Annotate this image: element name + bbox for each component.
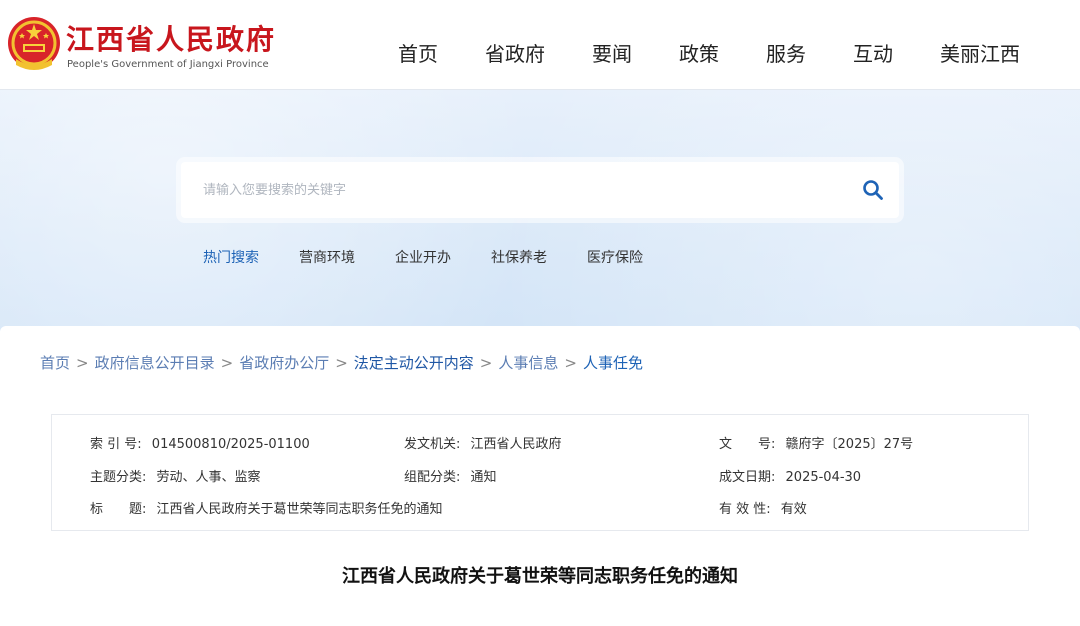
article-title: 江西省人民政府关于葛世荣等同志职务任免的通知 bbox=[342, 566, 738, 587]
site-header: 江西省人民政府 People's Government of Jiangxi P… bbox=[0, 0, 1080, 90]
hot-search-item[interactable]: 企业开办 bbox=[395, 247, 451, 267]
meta-doc-number-label: 文 号: bbox=[719, 437, 776, 452]
nav-item-beautiful-jiangxi[interactable]: 美丽江西 bbox=[940, 38, 1020, 67]
meta-form-label: 组配分类: bbox=[404, 470, 461, 485]
meta-topic-label: 主题分类: bbox=[90, 470, 147, 485]
meta-validity-label: 有 效 性: bbox=[719, 502, 771, 517]
meta-topic-value: 劳动、人事、监察 bbox=[156, 470, 261, 485]
meta-topic: 主题分类: 劳动、人事、监察 bbox=[90, 466, 261, 485]
site-logo-title[interactable]: 江西省人民政府 bbox=[66, 18, 276, 58]
breadcrumb-separator: > bbox=[479, 353, 493, 372]
breadcrumb-personnel-info[interactable]: 人事信息 bbox=[498, 352, 558, 373]
breadcrumb-separator: > bbox=[220, 353, 234, 372]
meta-index: 索 引 号: 014500810/2025-01100 bbox=[90, 433, 310, 452]
search-button[interactable] bbox=[847, 162, 899, 218]
banner-background bbox=[0, 90, 1080, 350]
meta-index-label: 索 引 号: bbox=[90, 437, 142, 452]
meta-date: 成文日期: 2025-04-30 bbox=[719, 466, 861, 485]
meta-date-label: 成文日期: bbox=[719, 470, 776, 485]
meta-validity: 有 效 性: 有效 bbox=[719, 498, 807, 517]
content-card: 首页 > 政府信息公开目录 > 省政府办公厅 > 法定主动公开内容 > 人事信息… bbox=[0, 326, 1080, 626]
nav-item-policy[interactable]: 政策 bbox=[679, 38, 719, 67]
search-banner: 热门搜索 营商环境 企业开办 社保养老 医疗保险 bbox=[0, 90, 1080, 350]
search-bar bbox=[181, 162, 899, 218]
hot-searches: 热门搜索 营商环境 企业开办 社保养老 医疗保险 bbox=[203, 247, 683, 267]
site-logo-subtitle: People's Government of Jiangxi Province bbox=[67, 59, 269, 70]
nav-item-interaction[interactable]: 互动 bbox=[853, 38, 893, 67]
search-input[interactable] bbox=[181, 162, 847, 218]
national-emblem-icon[interactable] bbox=[6, 15, 62, 75]
breadcrumb: 首页 > 政府信息公开目录 > 省政府办公厅 > 法定主动公开内容 > 人事信息… bbox=[40, 352, 643, 373]
meta-title-label: 标 题: bbox=[90, 502, 147, 517]
hot-search-label: 热门搜索 bbox=[203, 250, 259, 266]
nav-item-home[interactable]: 首页 bbox=[398, 38, 438, 67]
breadcrumb-disclosure-catalog[interactable]: 政府信息公开目录 bbox=[95, 352, 215, 373]
breadcrumb-statutory-disclosure[interactable]: 法定主动公开内容 bbox=[354, 352, 474, 373]
meta-doc-number: 文 号: 赣府字〔2025〕27号 bbox=[719, 433, 913, 452]
meta-doc-number-value: 赣府字〔2025〕27号 bbox=[785, 437, 914, 452]
nav-item-services[interactable]: 服务 bbox=[766, 38, 806, 67]
meta-issuer: 发文机关: 江西省人民政府 bbox=[404, 433, 562, 452]
meta-form-value: 通知 bbox=[470, 470, 497, 485]
hot-search-item[interactable]: 营商环境 bbox=[299, 247, 355, 267]
breadcrumb-separator: > bbox=[335, 353, 348, 372]
nav-item-news[interactable]: 要闻 bbox=[592, 38, 632, 67]
search-icon bbox=[863, 180, 883, 200]
breadcrumb-home[interactable]: 首页 bbox=[40, 352, 70, 373]
meta-validity-value: 有效 bbox=[780, 502, 807, 517]
breadcrumb-general-office[interactable]: 省政府办公厅 bbox=[239, 352, 329, 373]
meta-title: 标 题: 江西省人民政府关于葛世荣等同志职务任免的通知 bbox=[90, 498, 443, 517]
meta-date-value: 2025-04-30 bbox=[785, 470, 862, 485]
meta-title-value: 江西省人民政府关于葛世荣等同志职务任免的通知 bbox=[156, 502, 443, 517]
meta-issuer-label: 发文机关: bbox=[404, 437, 461, 452]
nav-item-provincial-gov[interactable]: 省政府 bbox=[485, 38, 545, 67]
main-nav: 首页 省政府 要闻 政策 服务 互动 美丽江西 bbox=[398, 38, 1020, 67]
hot-search-item[interactable]: 医疗保险 bbox=[587, 247, 643, 267]
meta-form: 组配分类: 通知 bbox=[404, 466, 497, 485]
breadcrumb-separator: > bbox=[76, 353, 89, 372]
meta-issuer-value: 江西省人民政府 bbox=[470, 437, 562, 452]
meta-index-value: 014500810/2025-01100 bbox=[151, 437, 310, 452]
breadcrumb-appointments[interactable]: 人事任免 bbox=[583, 352, 643, 373]
breadcrumb-separator: > bbox=[564, 353, 577, 372]
hot-search-item[interactable]: 社保养老 bbox=[491, 247, 547, 267]
document-metadata-table: 索 引 号: 014500810/2025-01100 发文机关: 江西省人民政… bbox=[51, 414, 1029, 531]
